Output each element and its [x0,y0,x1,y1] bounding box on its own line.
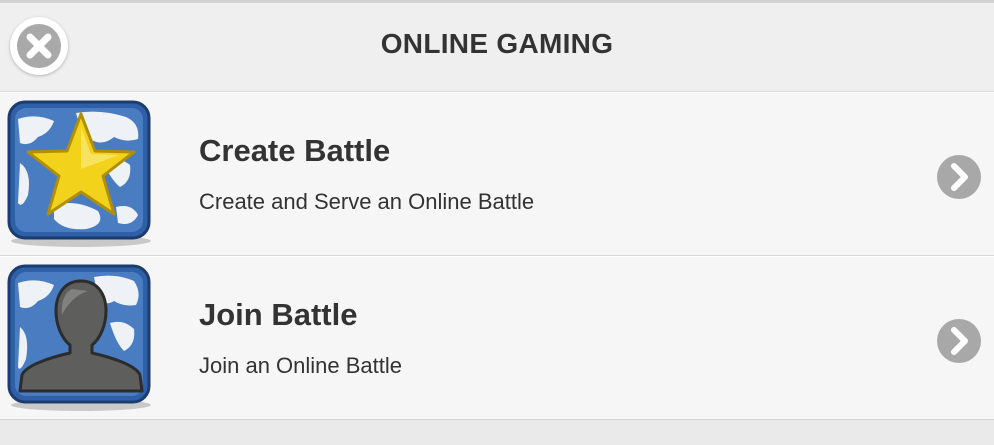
globe-star-icon [7,100,151,247]
chevron-right-icon[interactable] [936,318,982,364]
globe-person-icon [7,264,151,411]
list-item-create-battle[interactable]: Create Battle Create and Serve an Online… [0,92,994,256]
page-title: ONLINE GAMING [380,28,614,59]
app-window: ONLINE GAMING Create Battle Create and S… [0,0,994,445]
header-bar: ONLINE GAMING [0,0,994,92]
footer-area [0,420,994,445]
item-description: Create and Serve an Online Battle [199,189,535,214]
chevron-right-icon[interactable] [936,154,982,200]
list-item-join-battle[interactable]: Join Battle Join an Online Battle [0,256,994,420]
item-title: Join Battle [199,297,358,332]
item-title: Create Battle [199,133,391,168]
item-description: Join an Online Battle [199,353,403,378]
menu-list: Create Battle Create and Serve an Online… [0,92,994,420]
